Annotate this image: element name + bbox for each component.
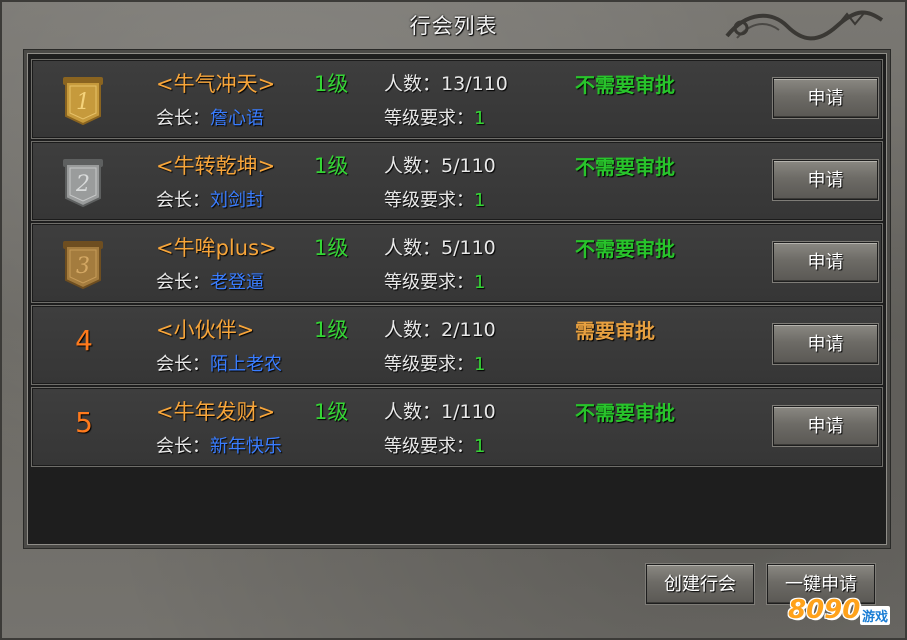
level-requirement: 等级要求：1: [384, 350, 485, 376]
leader-name: 陌上老农: [210, 354, 282, 375]
level-req-value: 1: [474, 436, 486, 457]
guild-level: 1级: [314, 154, 349, 178]
members-value: 1/110: [441, 401, 496, 423]
dragon-ornament-icon: [725, 10, 884, 41]
approval-status: 需要审批: [575, 319, 655, 343]
leader-label: 会长：: [156, 272, 210, 293]
guild-leader: 会长：新年快乐: [156, 432, 282, 458]
apply-button[interactable]: 申请: [773, 406, 878, 446]
leader-name: 詹心语: [210, 108, 264, 129]
level-req-label: 等级要求：: [384, 354, 474, 375]
member-count: 人数：1/110: [384, 397, 496, 424]
apply-button[interactable]: 申请: [773, 160, 878, 200]
leader-label: 会长：: [156, 108, 210, 129]
guild-row: 3 <牛哞plus> 1级 人数：5/110 不需要审批 会长：老登逼 等级要求…: [31, 223, 883, 303]
guild-row: 2 <牛转乾坤> 1级 人数：5/110 不需要审批 会长：刘剑封 等级要求：1…: [31, 141, 883, 221]
level-req-value: 1: [474, 272, 486, 293]
rank-number: 5: [75, 406, 93, 439]
level-req-value: 1: [474, 354, 486, 375]
rank-banner-icon: 1: [63, 77, 103, 126]
guild-name: <牛气冲天>: [156, 72, 276, 96]
level-requirement: 等级要求：1: [384, 268, 485, 294]
leader-label: 会长：: [156, 190, 210, 211]
guild-list: 1 <牛气冲天> 1级 人数：13/110 不需要审批 会长：詹心语 等级要求：…: [27, 59, 887, 469]
leader-name: 老登逼: [210, 272, 264, 293]
member-count: 人数：5/110: [384, 151, 496, 178]
leader-label: 会长：: [156, 354, 210, 375]
guild-leader: 会长：陌上老农: [156, 350, 282, 376]
leader-label: 会长：: [156, 436, 210, 457]
guild-row: 5 <牛年发财> 1级 人数：1/110 不需要审批 会长：新年快乐 等级要求：…: [31, 387, 883, 467]
rank-number: 3: [76, 254, 90, 279]
guild-level: 1级: [314, 318, 349, 342]
guild-level: 1级: [314, 400, 349, 424]
watermark-logo: 8090: [788, 595, 861, 625]
guild-list-window: 行会列表 1 <牛气冲天> 1级 人数：13/110 不需要审批 会长：詹心语 …: [0, 0, 907, 640]
members-label: 人数：: [384, 319, 442, 341]
watermark-suffix: 游戏: [860, 606, 891, 625]
guild-level: 1级: [314, 236, 349, 260]
guild-leader: 会长：老登逼: [156, 268, 264, 294]
member-count: 人数：13/110: [384, 69, 508, 96]
apply-button[interactable]: 申请: [773, 78, 878, 118]
approval-status: 不需要审批: [575, 237, 675, 261]
rank-number: 4: [75, 324, 93, 357]
approval-status: 不需要审批: [575, 155, 675, 179]
guild-level: 1级: [314, 72, 349, 96]
apply-button[interactable]: 申请: [773, 324, 878, 364]
rank-number: 2: [75, 172, 90, 197]
guild-row: 4 <小伙伴> 1级 人数：2/110 需要审批 会长：陌上老农 等级要求：1 …: [31, 305, 883, 385]
members-value: 2/110: [441, 319, 496, 341]
members-value: 5/110: [441, 155, 496, 177]
rank-number: 1: [76, 90, 90, 115]
guild-row: 1 <牛气冲天> 1级 人数：13/110 不需要审批 会长：詹心语 等级要求：…: [31, 59, 883, 139]
level-req-label: 等级要求：: [384, 190, 474, 211]
rank-banner-icon: 2: [63, 159, 103, 208]
guild-list-panel: 1 <牛气冲天> 1级 人数：13/110 不需要审批 会长：詹心语 等级要求：…: [24, 50, 890, 548]
guild-name: <牛哞plus>: [156, 236, 277, 260]
guild-leader: 会长：詹心语: [156, 104, 264, 130]
leader-name: 新年快乐: [210, 436, 282, 457]
members-value: 5/110: [441, 237, 496, 259]
members-label: 人数：: [384, 237, 442, 259]
level-requirement: 等级要求：1: [384, 186, 485, 212]
guild-name: <小伙伴>: [156, 318, 255, 342]
level-req-label: 等级要求：: [384, 436, 474, 457]
guild-name: <牛年发财>: [156, 400, 276, 424]
approval-status: 不需要审批: [575, 73, 675, 97]
rank-banner-icon: 3: [63, 241, 103, 290]
create-guild-button[interactable]: 创建行会: [646, 564, 754, 604]
member-count: 人数：5/110: [384, 233, 496, 260]
level-req-label: 等级要求：: [384, 272, 474, 293]
members-value: 13/110: [441, 73, 508, 95]
level-requirement: 等级要求：1: [384, 104, 485, 130]
guild-name: <牛转乾坤>: [156, 154, 276, 178]
level-req-label: 等级要求：: [384, 108, 474, 129]
members-label: 人数：: [384, 155, 442, 177]
level-requirement: 等级要求：1: [384, 432, 485, 458]
approval-status: 不需要审批: [575, 401, 675, 425]
guild-leader: 会长：刘剑封: [156, 186, 264, 212]
member-count: 人数：2/110: [384, 315, 496, 342]
apply-button[interactable]: 申请: [773, 242, 878, 282]
level-req-value: 1: [474, 190, 486, 211]
members-label: 人数：: [384, 73, 442, 95]
leader-name: 刘剑封: [210, 190, 264, 211]
members-label: 人数：: [384, 401, 442, 423]
level-req-value: 1: [474, 108, 486, 129]
